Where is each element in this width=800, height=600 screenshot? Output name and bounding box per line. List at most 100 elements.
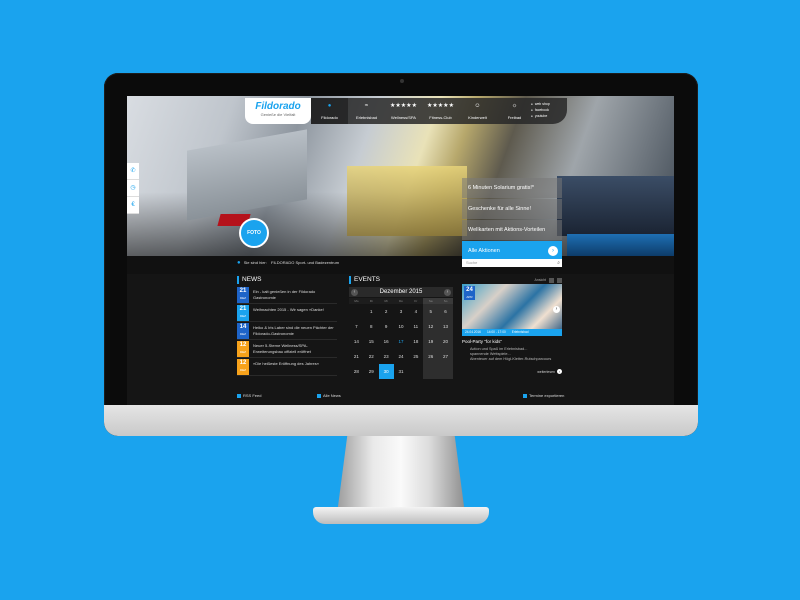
side-tabs: ✆ ◷ € (127, 163, 139, 214)
nav-label: Wellness/SPA (391, 115, 416, 120)
hero-building-right (557, 176, 674, 236)
location-pin-icon: ● (237, 260, 241, 266)
calendar-day[interactable]: 31 (394, 364, 409, 379)
calendar-day[interactable]: 19 (423, 334, 439, 349)
calendar-day[interactable]: 24 (394, 349, 409, 364)
event-location-text: Erlebnisbad (511, 330, 529, 334)
calendar-day[interactable]: 30 (378, 364, 394, 379)
calendar-day[interactable]: 1 (364, 304, 379, 319)
calendar-day[interactable]: 2 (379, 304, 394, 319)
calendar-day[interactable]: 29 (364, 364, 379, 379)
nav-label: Fildorado (321, 115, 338, 120)
calendar-day[interactable]: 18 (408, 334, 423, 349)
grid-view-icon[interactable] (549, 277, 555, 283)
event-day: 24 (466, 287, 473, 293)
list-view-icon[interactable] (557, 277, 562, 283)
breadcrumb-prefix: Sie sind hier: (243, 260, 267, 265)
calendar-day[interactable]: 9 (379, 319, 394, 334)
event-title[interactable]: Pool-Party "for kids" (462, 339, 562, 344)
calendar-day[interactable]: 22 (364, 349, 379, 364)
calendar-day[interactable]: 25 (408, 349, 423, 364)
event-photo[interactable]: 24 APR › 24.04.2016 14:00 - 17:00 Erlebn… (462, 284, 562, 336)
calendar-day[interactable]: 17 (394, 334, 409, 349)
calendar-day[interactable]: 8 (364, 319, 379, 334)
camera (400, 79, 404, 83)
youtube-link[interactable]: youtube (531, 113, 563, 119)
nav-item-erlebnisbad[interactable]: ≈ Erlebnisbad (348, 98, 385, 124)
calendar-day[interactable]: 5 (423, 304, 439, 319)
chevron-right-icon[interactable]: › (443, 288, 451, 296)
breadcrumb-path[interactable]: FILDORADO Sport- und Badezentrum (271, 260, 339, 265)
chevron-right-icon: › (548, 246, 558, 256)
news-headline: »Die heißeste Eröffnung des Jahres« (253, 361, 319, 366)
date-badge: 12 DEZ (237, 341, 249, 357)
date-month: DEZ (240, 332, 246, 336)
search-icon[interactable]: ⌕ (557, 259, 560, 267)
calendar-day[interactable]: 21 (349, 349, 364, 364)
all-news-link[interactable]: Alle News (317, 393, 341, 398)
search-input[interactable]: Suche ⌕ (462, 259, 562, 267)
event-card: Ansicht 24 APR › 24.04.2016 14:00 - 17:0… (462, 276, 562, 374)
news-item[interactable]: 12 DEZ »Die heißeste Eröffnung des Jahre… (237, 359, 337, 376)
rss-feed-link[interactable]: RSS Feed (237, 393, 261, 398)
clock-icon[interactable]: ◷ (127, 180, 139, 197)
all-promos-button[interactable]: Alle Aktionen › (462, 241, 562, 261)
event-desc-line: Abenteuer auf dem Högl-Kletter-Rutschpar… (470, 357, 552, 361)
export-events-link[interactable]: Termine exportieren (523, 393, 564, 398)
monitor-stand (337, 436, 465, 514)
nav-label: Fitness-Club (429, 115, 452, 120)
promo-solarium[interactable]: 6 Minuten Solarium gratis!* (462, 178, 562, 198)
logo-name: Fildorado (255, 101, 301, 112)
date-month: DEZ (240, 314, 246, 318)
news-title: News (237, 276, 337, 284)
calendar-month: Dezember 2015 (379, 289, 423, 295)
nav-item-wellness[interactable]: ★★★★★ Wellness/SPA (385, 98, 422, 124)
calendar-day[interactable]: 15 (364, 334, 379, 349)
hero-building-left (187, 129, 307, 221)
calendar-day[interactable]: 28 (349, 364, 364, 379)
calendar-day[interactable]: 27 (438, 349, 453, 364)
event-description: Action und Spaß im Erlebnisbad... spanne… (462, 347, 562, 362)
calendar-day[interactable]: 12 (423, 319, 439, 334)
euro-icon[interactable]: € (127, 197, 139, 214)
content-area: News 21 DEZ Ein - kalt genießen in der F… (127, 274, 674, 405)
calendar-day[interactable]: 23 (379, 349, 394, 364)
nav-item-freibad[interactable]: ☼ Freibad (496, 98, 533, 124)
calendar-day[interactable]: 10 (394, 319, 409, 334)
screen: Fildorado Genieße die Vielfalt ● Fildora… (127, 96, 674, 405)
calendar-day[interactable]: 13 (438, 319, 453, 334)
date-month: DEZ (240, 296, 246, 300)
events-section: Events ‹ Dezember 2015 › Mo Di Mi Do Fr Sa So 1… (349, 276, 453, 379)
foto-tour-badge[interactable]: FOTO (239, 218, 269, 248)
event-date-badge: 24 APR (464, 286, 475, 300)
chevron-left-icon[interactable]: ‹ (351, 288, 358, 296)
date-month: DEZ (240, 368, 246, 372)
news-item[interactable]: 14 DEZ Heiko & Iris Laber sind die neuen… (237, 323, 337, 340)
nav-label: Kinderwelt (468, 115, 487, 120)
slide-icon: ☺ (474, 103, 481, 109)
read-more-link[interactable]: weiterlesen (462, 369, 562, 374)
calendar-day[interactable]: 7 (349, 319, 364, 334)
calendar-day[interactable]: 11 (408, 319, 423, 334)
promo-wellkarten[interactable]: Wellkarten mit Aktions-Vorteilen (462, 220, 562, 240)
calendar-day[interactable]: 16 (379, 334, 394, 349)
calendar-day[interactable]: 26 (423, 349, 439, 364)
calendar-day[interactable]: 4 (408, 304, 423, 319)
calendar-day[interactable]: 14 (349, 334, 364, 349)
news-item[interactable]: 21 DEZ Ein - kalt genießen in der Fildor… (237, 287, 337, 304)
phone-icon[interactable]: ✆ (127, 163, 139, 180)
monitor-stand-foot (313, 507, 489, 524)
nav-item-kinderwelt[interactable]: ☺ Kinderwelt (459, 98, 496, 124)
news-item[interactable]: 21 DEZ Weihnachten 2015 - Wir sagen »Dan… (237, 305, 337, 322)
chevron-right-icon[interactable]: › (553, 306, 560, 313)
nav-item-fildorado[interactable]: ● Fildorado (311, 98, 348, 124)
nav-item-fitness[interactable]: ★★★★★ Fitness-Club (422, 98, 459, 124)
calendar-day[interactable]: 6 (438, 304, 453, 319)
logo[interactable]: Fildorado Genieße die Vielfalt (245, 98, 311, 124)
calendar-day[interactable]: 3 (394, 304, 409, 319)
calendar-day[interactable]: 20 (438, 334, 453, 349)
promo-geschenke[interactable]: Geschenke für alle Sinne! (462, 199, 562, 219)
news-headline: Neuer 5-Sterne Wellness/SPA-Erweiterungs… (253, 343, 311, 354)
main-nav: ● Fildorado ≈ Erlebnisbad ★★★★★ Wellness… (311, 98, 567, 124)
news-item[interactable]: 12 DEZ Neuer 5-Sterne Wellness/SPA-Erwei… (237, 341, 337, 358)
